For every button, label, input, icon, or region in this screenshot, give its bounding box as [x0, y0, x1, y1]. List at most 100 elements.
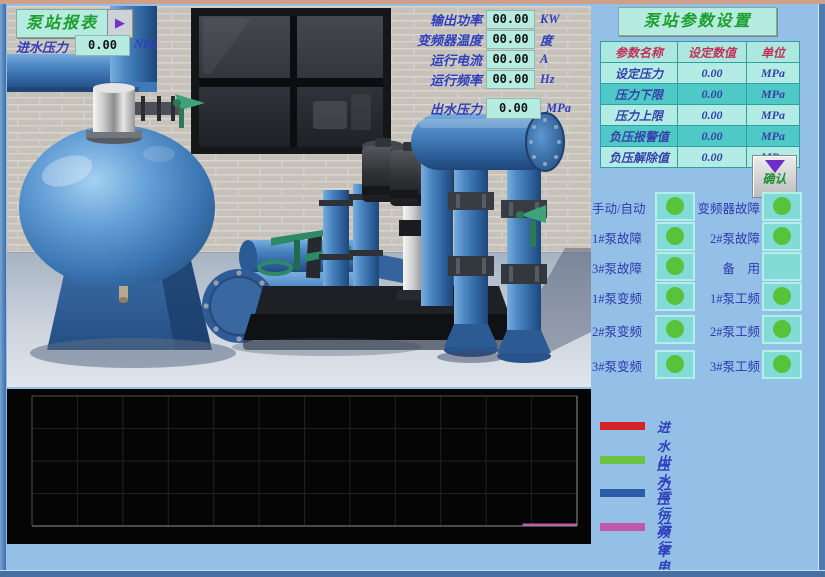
- status-label: 备 用: [692, 258, 760, 277]
- metric-label: 运行电流: [410, 50, 482, 69]
- status-indicator: [655, 222, 695, 251]
- metric-label: 变频器温度: [410, 30, 482, 49]
- status-row: 2#泵变频 2#泵工频: [590, 315, 802, 342]
- metric-row: 输出功率00.00 KW: [410, 9, 590, 29]
- status-label: 2#泵故障: [692, 228, 760, 247]
- status-indicator: [655, 315, 695, 344]
- indicator-lamp-on: [773, 197, 791, 215]
- metric-row: 运行电流00.00 A: [410, 49, 590, 69]
- params-row: 压力下限0.00MPa: [601, 84, 800, 105]
- metric-unit: Hz: [540, 72, 555, 87]
- status-label: 1#泵故障: [592, 228, 654, 247]
- indicator-lamp-on: [773, 320, 791, 338]
- status-indicator: [762, 350, 802, 379]
- indicator-lamp-on: [666, 320, 684, 338]
- indicator-lamp-on: [666, 197, 684, 215]
- metric-row: 变频器温度00.00度: [410, 29, 590, 49]
- status-label: 3#泵变频: [592, 356, 654, 375]
- indicator-lamp-on: [666, 287, 684, 305]
- params-header-cell: 单位: [747, 42, 800, 63]
- outlet-pressure-value: 0.00: [486, 98, 541, 119]
- outlet-pressure-unit: MPa: [546, 101, 571, 116]
- window-border-right: [818, 4, 825, 570]
- legend-swatch: [600, 422, 645, 430]
- param-cell: MPa: [747, 63, 800, 84]
- indicator-lamp-on: [773, 355, 791, 373]
- status-label: 3#泵工频: [692, 356, 760, 375]
- param-setpoint-value[interactable]: 0.00: [678, 105, 747, 126]
- status-row: 3#泵故障 备 用: [590, 252, 802, 279]
- metric-value: 00.00: [486, 10, 535, 29]
- indicator-lamp-on: [773, 287, 791, 305]
- metric-unit: 度: [540, 30, 553, 49]
- metric-label: 运行频率: [410, 70, 482, 89]
- status-indicator: [655, 350, 695, 379]
- indicator-lamp-on: [666, 257, 684, 275]
- status-label: 2#泵变频: [592, 321, 654, 340]
- param-setpoint-value[interactable]: 0.00: [678, 63, 747, 84]
- legend-swatch: [600, 489, 645, 497]
- status-indicator: [762, 252, 802, 281]
- status-label: 2#泵工频: [692, 321, 760, 340]
- outlet-pressure-row: 出水压力 0.00 MPa: [410, 97, 571, 119]
- metric-unit: KW: [540, 12, 559, 27]
- status-indicator: [762, 282, 802, 311]
- status-row: 3#泵变频 3#泵工频: [590, 350, 802, 377]
- params-row: 设定压力0.00MPa: [601, 63, 800, 84]
- status-indicator: [655, 282, 695, 311]
- trend-chart-svg: [7, 389, 591, 544]
- param-cell: MPa: [747, 84, 800, 105]
- param-cell: MPa: [747, 105, 800, 126]
- metric-unit: A: [540, 52, 548, 67]
- param-cell: 压力上限: [601, 105, 678, 126]
- inlet-pressure-label: 进水压力: [16, 37, 68, 56]
- window: [191, 8, 391, 154]
- metric-row: 运行频率00.00 Hz: [410, 69, 590, 89]
- status-indicator: [762, 222, 802, 251]
- param-cell: 负压报警值: [601, 126, 678, 147]
- legend-swatch: [600, 523, 645, 531]
- param-setpoint-value[interactable]: 0.00: [678, 126, 747, 147]
- indicator-lamp-on: [773, 227, 791, 245]
- inlet-pressure-value: 0.00: [75, 35, 130, 56]
- status-row: 手动/自动 变频器故障: [590, 192, 802, 219]
- param-cell: 压力下限: [601, 84, 678, 105]
- params-table-body: 设定压力0.00MPa压力下限0.00MPa压力上限0.00MPa负压报警值0.…: [601, 63, 800, 168]
- chart-legend: 进水压力出水压力运行频率运行电流: [598, 410, 818, 542]
- param-setpoint-value[interactable]: 0.00: [678, 84, 747, 105]
- params-table: 参数名称设定数值单位 设定压力0.00MPa压力下限0.00MPa压力上限0.0…: [600, 41, 800, 168]
- report-button[interactable]: 泵站报表: [16, 9, 108, 38]
- params-table-head-row: 参数名称设定数值单位: [601, 42, 800, 63]
- settings-panel-title: 泵站参数设置: [618, 7, 777, 36]
- top-metrics: 输出功率00.00KW变频器温度00.00度运行电流00.00A运行频率00.0…: [410, 9, 590, 89]
- param-cell: 设定压力: [601, 63, 678, 84]
- metric-value: 00.00: [486, 70, 535, 89]
- status-label: 1#泵变频: [592, 288, 654, 307]
- status-indicator: [655, 192, 695, 221]
- params-header-cell: 设定数值: [678, 42, 747, 63]
- confirm-button-label: 确认: [753, 170, 796, 187]
- status-row: 1#泵故障 2#泵故障: [590, 222, 802, 249]
- status-label: 变频器故障: [692, 198, 760, 217]
- params-row: 压力上限0.00MPa: [601, 105, 800, 126]
- play-icon[interactable]: ▶: [107, 9, 133, 38]
- legend-swatch: [600, 456, 645, 464]
- trend-chart: [7, 389, 591, 544]
- params-header-cell: 参数名称: [601, 42, 678, 63]
- param-setpoint-value[interactable]: 0.00: [678, 147, 747, 168]
- status-label: 手动/自动: [592, 198, 654, 217]
- titlebar-strip: [0, 0, 825, 4]
- status-row: 1#泵变频1#泵工频: [590, 282, 802, 309]
- metric-label: 输出功率: [410, 10, 482, 29]
- hmi-screen: 泵站报表 ▶ 进水压力 0.00 NPa 输出功率00.00KW变频器温度00.…: [0, 0, 825, 577]
- status-indicator: [762, 315, 802, 344]
- indicator-lamp-on: [666, 227, 684, 245]
- params-row: 负压报警值0.00MPa: [601, 126, 800, 147]
- status-indicator: [762, 192, 802, 221]
- metric-value: 00.00: [486, 50, 535, 69]
- outlet-pressure-label: 出水压力: [410, 99, 482, 118]
- indicator-lamp-on: [666, 355, 684, 373]
- param-cell: MPa: [747, 126, 800, 147]
- status-label: 3#泵故障: [592, 258, 654, 277]
- inlet-pressure-unit: NPa: [134, 37, 157, 52]
